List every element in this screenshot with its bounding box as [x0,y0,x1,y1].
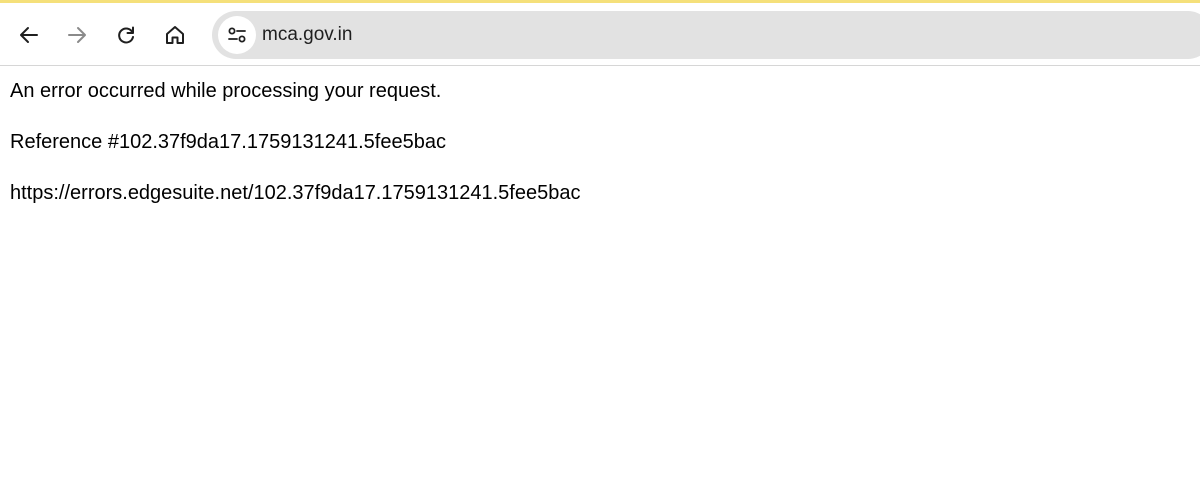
home-icon [166,26,184,44]
reload-button[interactable] [108,17,144,53]
url-text[interactable]: mca.gov.in [262,24,352,46]
reference-id: Reference #102.37f9da17.1759131241.5fee5… [10,131,446,153]
error-link: https://errors.edgesuite.net/102.37f9da1… [10,182,581,204]
page-content: An error occurred while processing your … [10,78,1190,206]
browser-toolbar: mca.gov.in [0,3,1200,66]
address-bar[interactable]: mca.gov.in [212,11,1200,59]
reload-icon [118,26,134,44]
forward-button[interactable] [59,17,95,53]
site-info-button[interactable] [218,16,256,54]
error-message: An error occurred while processing your … [10,80,442,102]
back-button[interactable] [11,17,47,53]
home-button[interactable] [157,17,193,53]
back-arrow-icon [20,27,38,43]
forward-arrow-icon [68,27,86,43]
tune-icon [228,27,246,43]
